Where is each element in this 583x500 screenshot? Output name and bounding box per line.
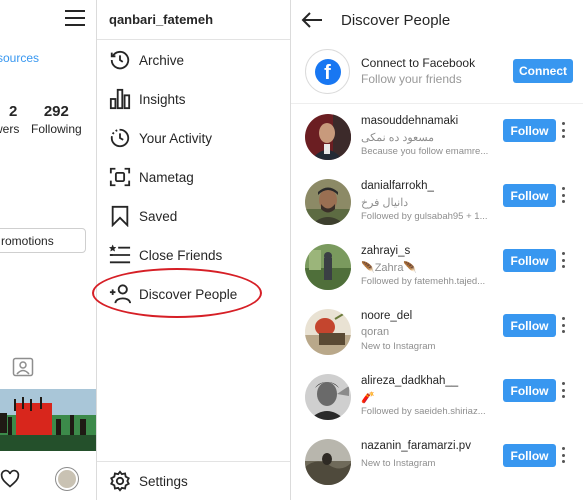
avatar[interactable]	[305, 309, 351, 355]
bar-chart-icon	[107, 86, 133, 112]
followers-count: 2	[9, 103, 18, 120]
drawer-username: qanbari_fatemeh	[109, 12, 214, 27]
more-options-icon[interactable]	[559, 186, 567, 204]
suggestion-row[interactable]: danialfarrokh_ دانیال فرخ Followed by gu…	[291, 169, 583, 234]
suggestion-row[interactable]: alireza_dadkhah__ 🧨 Followed by saeideh.…	[291, 364, 583, 429]
menu-item-nametag[interactable]: Nametag	[97, 158, 291, 196]
follow-button[interactable]: Follow	[503, 119, 556, 142]
drawer-divider	[97, 39, 290, 40]
connect-facebook-row[interactable]: f Connect to Facebook Follow your friend…	[291, 40, 583, 104]
suggestion-row[interactable]: masouddehnamaki مسعود ده نمکی Because yo…	[291, 104, 583, 169]
connect-button[interactable]: Connect	[513, 59, 573, 83]
suggestion-reason: Followed by fatemehh.tajed...	[361, 276, 486, 287]
suggestion-username[interactable]: danialfarrokh_	[361, 180, 434, 192]
suggestion-reason: Followed by gulsabah95 + 1...	[361, 211, 488, 222]
suggestion-fullname: 🪶Zahra🪶	[361, 262, 418, 274]
menu-item-label: Your Activity	[139, 130, 213, 146]
followers-stat[interactable]: 2 wers	[0, 103, 19, 136]
avatar[interactable]	[305, 179, 351, 225]
menu-item-archive[interactable]: Archive	[97, 41, 291, 79]
menu-item-label: Archive	[139, 52, 185, 68]
suggestion-username[interactable]: noore_del	[361, 310, 412, 322]
avatar[interactable]	[305, 439, 351, 485]
more-options-icon[interactable]	[559, 251, 567, 269]
suggestion-row[interactable]: noore_del qoran New to Instagram Follow	[291, 299, 583, 364]
follow-button[interactable]: Follow	[503, 314, 556, 337]
profile-avatar-tab[interactable]	[56, 468, 78, 490]
follow-button[interactable]: Follow	[503, 379, 556, 402]
avatar[interactable]	[305, 114, 351, 160]
suggestion-username[interactable]: masouddehnamaki	[361, 115, 458, 127]
menu-item-label: Close Friends	[139, 247, 223, 263]
menu-item-settings[interactable]: Settings	[97, 462, 291, 500]
sources-link[interactable]: sources	[0, 51, 39, 65]
menu-item-your-activity[interactable]: Your Activity	[97, 119, 291, 157]
following-stat[interactable]: 292 Following	[31, 103, 82, 136]
suggestion-fullname: مسعود ده نمکی	[361, 132, 435, 144]
follow-button[interactable]: Follow	[503, 249, 556, 272]
suggestion-reason: New to Instagram	[361, 341, 436, 352]
promotions-button[interactable]: romotions	[0, 228, 86, 253]
suggestion-reason: Followed by saeideh.shiriaz...	[361, 406, 486, 417]
suggestion-fullname: 🧨	[361, 392, 375, 404]
bookmark-icon	[107, 203, 133, 229]
gear-icon	[107, 468, 133, 494]
suggestion-row[interactable]: zahrayi_s 🪶Zahra🪶 Followed by fatemehh.t…	[291, 234, 583, 299]
follow-button[interactable]: Follow	[503, 184, 556, 207]
page-title: Discover People	[341, 11, 451, 29]
highlight-annotation-ring	[92, 268, 262, 318]
back-arrow-icon[interactable]	[301, 8, 325, 32]
tagged-photos-icon[interactable]	[12, 357, 34, 377]
facebook-icon-circle: f	[305, 49, 350, 94]
suggestion-reason: New to Instagram	[361, 458, 436, 469]
suggestion-username[interactable]: nazanin_faramarzi.pv	[361, 440, 471, 452]
following-label: Following	[31, 122, 82, 136]
follow-button[interactable]: Follow	[503, 444, 556, 467]
hamburger-menu-icon[interactable]	[65, 10, 85, 28]
suggestion-reason: Because you follow emamre...	[361, 146, 489, 157]
suggestion-username[interactable]: alireza_dadkhah__	[361, 375, 458, 387]
suggestion-fullname: دانیال فرخ	[361, 197, 409, 209]
menu-item-saved[interactable]: Saved	[97, 197, 291, 235]
activity-clock-icon	[107, 125, 133, 151]
menu-item-insights[interactable]: Insights	[97, 80, 291, 118]
menu-item-label: Nametag	[139, 169, 194, 185]
menu-drawer: qanbari_fatemeh Archive Insights Your Ac…	[92, 0, 291, 500]
suggestion-row[interactable]: nazanin_faramarzi.pv New to Instagram Fo…	[291, 429, 583, 494]
more-options-icon[interactable]	[559, 121, 567, 139]
suggestion-fullname: qoran	[361, 326, 390, 338]
menu-item-label: Insights	[139, 91, 186, 107]
more-options-icon[interactable]	[559, 446, 567, 464]
discover-header: Discover People	[291, 0, 583, 40]
profile-panel: sources 2 wers 292 Following romotions	[0, 0, 97, 500]
activity-heart-icon[interactable]	[0, 469, 20, 489]
list-star-icon	[107, 242, 133, 268]
avatar[interactable]	[305, 374, 351, 420]
profile-post-thumbnail[interactable]	[0, 389, 96, 451]
nametag-scan-icon	[107, 164, 133, 190]
discover-people-screen: Discover People f Connect to Facebook Fo…	[291, 0, 583, 500]
menu-item-label: Saved	[139, 208, 178, 224]
more-options-icon[interactable]	[559, 381, 567, 399]
facebook-title: Connect to Facebook	[361, 56, 476, 70]
facebook-icon: f	[314, 58, 341, 85]
facebook-subtitle: Follow your friends	[361, 72, 462, 86]
avatar[interactable]	[305, 244, 351, 290]
more-options-icon[interactable]	[559, 316, 567, 334]
menu-item-label: Settings	[139, 473, 188, 489]
followers-label: wers	[0, 122, 20, 136]
suggestion-username[interactable]: zahrayi_s	[361, 245, 410, 257]
archive-clock-icon	[107, 47, 133, 73]
following-count: 292	[43, 103, 69, 120]
